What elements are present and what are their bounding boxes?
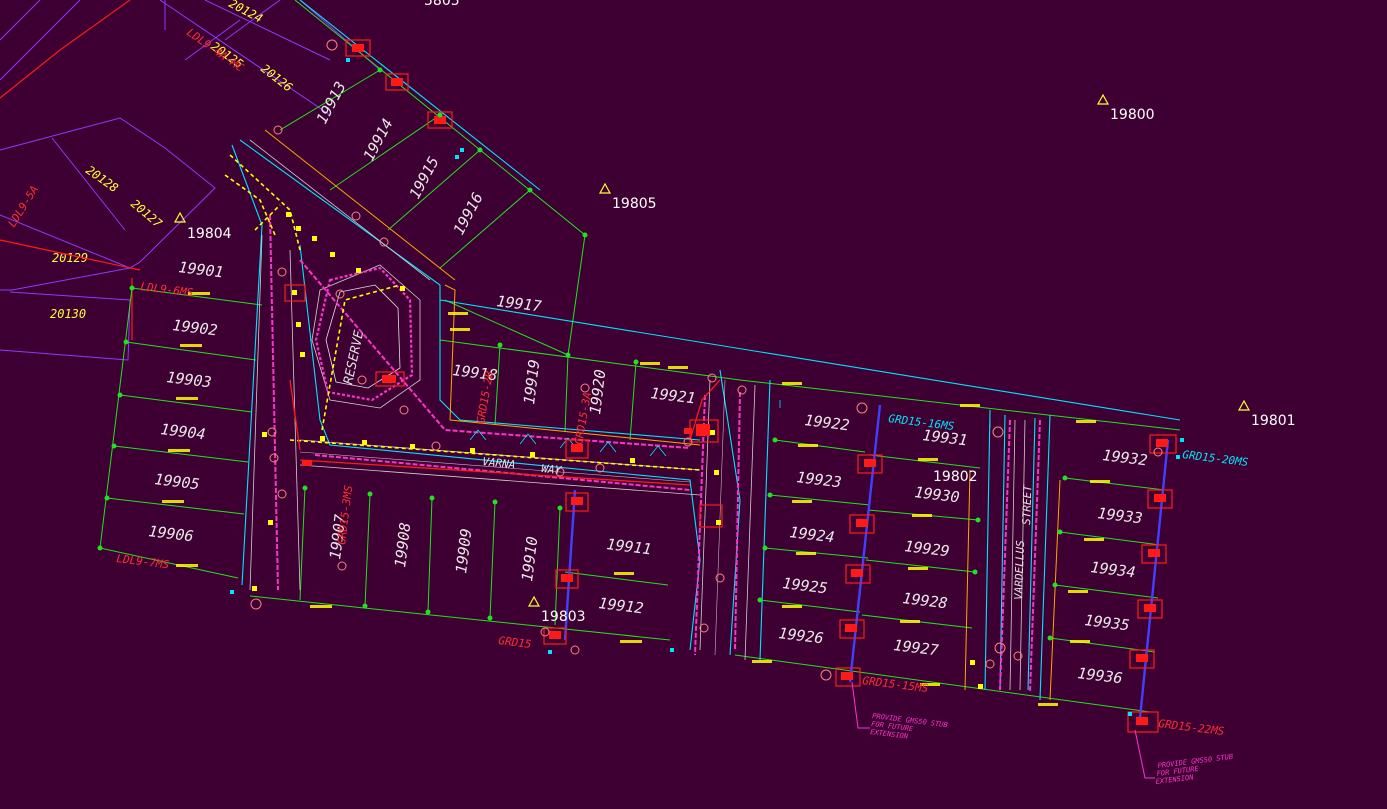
survey-mark-label: 19801 (1251, 413, 1296, 429)
lot-number: 19915 (406, 154, 443, 202)
lot-label: 20130 (50, 307, 86, 321)
lot-number: 19916 (450, 190, 487, 238)
lot-number: 19906 (148, 522, 195, 545)
lot-number: 19905 (154, 470, 201, 493)
lot-label: 20126 (258, 61, 295, 94)
hv-feeder-line (0, 0, 141, 340)
lot-number: 19901 (178, 258, 225, 281)
lot-number: 19926 (778, 624, 825, 647)
cable-label: LDL9-5A (6, 183, 42, 229)
survey-mark-label: 19804 (187, 226, 232, 242)
note-provide-stub-1: PROVIDE GMS50 STUB FOR FUTURE EXTENSION (870, 712, 948, 741)
note-provide-stub-2: PROVIDE GMS50 STUB FOR FUTURE EXTENSION (1155, 753, 1233, 786)
street-names: RESERVE VARNA WAY VARDELLUS STREET (341, 329, 1034, 600)
lot-number: 19919 (520, 358, 543, 405)
lot-number: 19928 (902, 589, 949, 612)
survey-mark-label: 19805 (612, 196, 657, 212)
cable-label: GRD15-20MS (1182, 448, 1250, 469)
cable-label: GRD15-22MS (1158, 717, 1226, 738)
lot-number: 19909 (452, 527, 475, 574)
cable-label: GRD15-3A (572, 391, 594, 445)
lot-numbers-centre: 19918 19919 19920 19921 19907 19908 1990… (326, 358, 696, 617)
cable-label: LDL9-4A-MC (184, 26, 246, 75)
lot-label: 20128 (83, 163, 121, 195)
survey-mark-label: 5805 (424, 0, 460, 9)
pillar-fills (302, 44, 1168, 725)
road-kerb-lines (231, 0, 1181, 701)
lot-number: 19917 (496, 292, 543, 315)
street-name: VARNA (482, 455, 516, 471)
lot-number: 19923 (796, 468, 843, 491)
road-chevrons (469, 400, 991, 457)
lot-number: 19925 (782, 574, 829, 597)
cable-label: GRD15-16MS (888, 412, 956, 433)
cable-label: LDL9-7MS (116, 552, 171, 571)
street-name: RESERVE (341, 329, 367, 386)
cable-label: GRD15-15MS (862, 674, 930, 695)
lot-number: 19913 (313, 79, 350, 127)
lot-number: 19903 (166, 368, 213, 391)
existing-lot-numbers: 20124 20125 20126 20127 20128 20129 2013… (50, 0, 295, 321)
survey-mark-labels: 19800 19805 19804 19801 19802 19803 5805 (187, 0, 1296, 625)
lot-number: 19934 (1090, 558, 1137, 581)
service-pits (252, 212, 983, 689)
lot-number: 19902 (172, 316, 219, 339)
cad-drawing-canvas[interactable]: 20124 20125 20126 20127 20128 20129 2013… (0, 0, 1387, 809)
survey-mark-label: 19802 (933, 469, 978, 485)
lot-number: 19924 (789, 523, 836, 546)
lot-number: 19936 (1077, 664, 1124, 687)
lot-number: 19910 (518, 535, 541, 582)
cable-label: GRD15-3MS (335, 484, 355, 545)
lot-number: 19932 (1102, 446, 1149, 469)
lot-numbers-east: 19922 19923 19924 19925 19926 19931 1993… (778, 411, 1149, 687)
lot-number: 19921 (650, 384, 697, 407)
cable-label: GRD15 (498, 634, 532, 651)
lot-number: 19908 (391, 521, 414, 568)
cable-label: LDL9-6MS (140, 280, 195, 299)
lot-number: 19922 (804, 411, 851, 434)
street-name: STREET (1020, 484, 1034, 526)
survey-mark-label: 19803 (541, 609, 586, 625)
lot-numbers-west: 19901 19902 19903 19904 19905 19906 (148, 258, 225, 545)
lot-number: 19904 (160, 420, 207, 443)
lot-number: 19933 (1097, 504, 1144, 527)
survey-mark-label: 19800 (1110, 107, 1155, 123)
lot-label: 20127 (128, 197, 165, 231)
lot-number: 19929 (904, 537, 951, 560)
street-name: WAY (541, 462, 563, 477)
lot-number: 19911 (606, 535, 653, 558)
lot-number: 19930 (914, 483, 961, 506)
lot-number: 19912 (598, 594, 645, 617)
lot-number: 19914 (360, 116, 397, 164)
lot-number: 19927 (893, 636, 940, 659)
street-name: VARDELLUS (1012, 540, 1027, 600)
lot-number: 19935 (1084, 611, 1131, 634)
